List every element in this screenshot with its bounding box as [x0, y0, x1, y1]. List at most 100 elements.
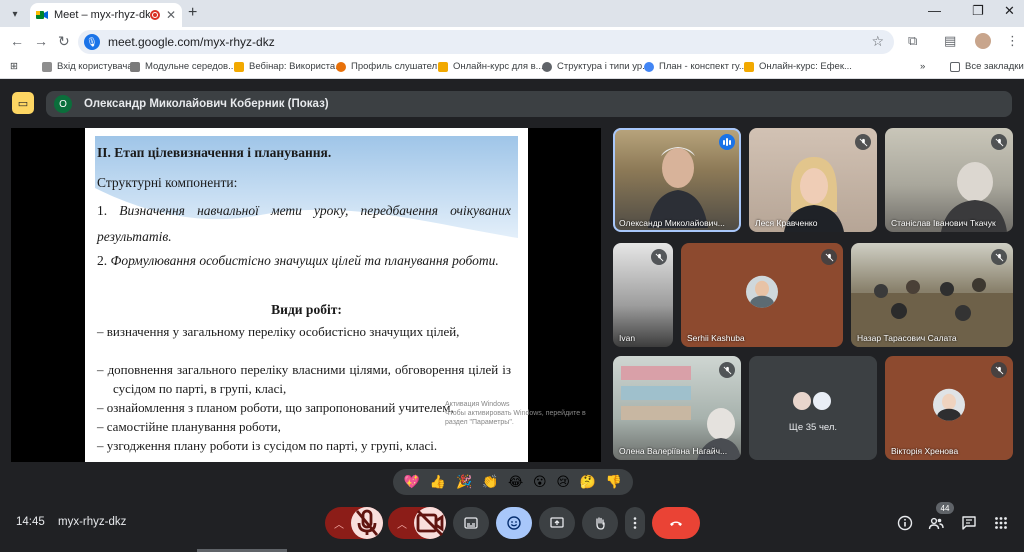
- activities-button[interactable]: [992, 514, 1010, 532]
- more-participants-tile[interactable]: Ще 35 чел.: [749, 356, 877, 460]
- mic-toggle-button[interactable]: [351, 507, 383, 539]
- bookmark-item[interactable]: Вебінар: Використа...: [234, 61, 343, 72]
- participant-name: Serhii Kashuba: [687, 333, 745, 343]
- present-screen-button[interactable]: [539, 507, 575, 539]
- participant-tile[interactable]: Serhii Kashuba: [681, 243, 843, 347]
- participant-tile[interactable]: Назар Тарасович Салата: [851, 243, 1013, 347]
- muted-mic-icon: [855, 134, 871, 150]
- participant-tile[interactable]: Вікторія Хренова: [885, 356, 1013, 460]
- minimize-icon[interactable]: —: [928, 3, 941, 18]
- bookmark-favicon-icon: [644, 61, 654, 72]
- restore-icon[interactable]: ❐: [972, 3, 984, 19]
- tab-meet[interactable]: Meet – myx-rhyz-dkz ✕: [30, 3, 182, 27]
- bookmark-item[interactable]: Онлайн-курс для в...: [438, 61, 544, 72]
- chrome-menu-icon[interactable]: ⋮: [1006, 33, 1019, 49]
- camera-control-group: ︿: [388, 507, 446, 539]
- address-bar[interactable]: 🎙 meet.google.com/myx-rhyz-dkz ☆: [78, 30, 894, 54]
- participant-name: Вікторія Хренова: [891, 446, 959, 456]
- tab-close-icon[interactable]: ✕: [166, 8, 176, 22]
- participant-name: Ivan: [619, 333, 636, 343]
- bookmark-item[interactable]: Модульне середов...: [130, 61, 236, 72]
- participant-mini-avatar: [791, 390, 813, 412]
- reaction-surprised-icon[interactable]: 😮: [533, 475, 547, 489]
- participant-tile[interactable]: Олена Валеріївна Нагайч...: [613, 356, 741, 460]
- site-info-icon[interactable]: 🎙: [84, 34, 100, 50]
- tab-search-chevron-icon[interactable]: ▾: [6, 5, 24, 23]
- camera-off-icon: [416, 510, 444, 536]
- extensions-icon[interactable]: ⧉: [908, 33, 917, 49]
- reactions-button[interactable]: [496, 507, 532, 539]
- forward-icon[interactable]: →: [34, 33, 48, 49]
- camera-toggle-button[interactable]: [414, 507, 446, 539]
- all-bookmarks-folder[interactable]: Все закладки: [950, 61, 1024, 72]
- side-panel-icon[interactable]: ▤: [944, 33, 956, 49]
- presenter-bar[interactable]: О Олександр Миколайович Коберник (Показ): [46, 91, 1012, 117]
- muted-mic-icon: [821, 249, 837, 265]
- chat-button[interactable]: [960, 514, 978, 532]
- captions-button[interactable]: [453, 507, 489, 539]
- leave-call-button[interactable]: [652, 507, 700, 539]
- navigation-bar: ← → ↻ 🎙 meet.google.com/myx-rhyz-dkz ☆ ⧉…: [0, 27, 1024, 57]
- reaction-party-icon[interactable]: 🎉: [456, 475, 472, 489]
- participant-tile[interactable]: Олександр Миколайович...: [613, 128, 741, 232]
- bookmarks-bar: ⊞ Вхід користувача Модульне середов... В…: [0, 57, 1024, 79]
- url-text[interactable]: meet.google.com/myx-rhyz-dkz: [108, 35, 275, 49]
- slide-step: 1. Визначення навчальної мети уроку, пер…: [97, 203, 511, 244]
- participant-name: Леся Кравченко: [755, 218, 818, 228]
- participant-avatar: [746, 275, 778, 308]
- meeting-clock: 14:45: [16, 516, 45, 528]
- tab-strip: ▾ Meet – myx-rhyz-dkz ✕ + — ❐ ✕: [0, 0, 1024, 27]
- back-icon[interactable]: ←: [10, 33, 24, 49]
- more-options-button[interactable]: [625, 507, 645, 539]
- meeting-details-button[interactable]: [896, 514, 914, 532]
- bookmark-item[interactable]: Структура і типи ур...: [542, 61, 650, 72]
- slide-step: 2. Формулювання особистісно значущих ціл…: [97, 253, 499, 268]
- present-screen-icon: [550, 517, 564, 528]
- chat-icon: [962, 516, 976, 530]
- reaction-laugh-icon[interactable]: 😂: [508, 475, 523, 489]
- bookmark-favicon-icon: [130, 61, 140, 72]
- muted-mic-icon: [991, 134, 1007, 150]
- window-close-icon[interactable]: ✕: [1004, 3, 1015, 19]
- participant-tile[interactable]: Станіслав Іванович Ткачук: [885, 128, 1013, 232]
- bookmark-item[interactable]: План - конспект гу...: [644, 61, 747, 72]
- camera-options-chevron-icon[interactable]: ︿: [388, 507, 416, 539]
- reaction-clap-icon[interactable]: 👏: [482, 475, 498, 489]
- raise-hand-button[interactable]: [582, 507, 618, 539]
- more-bookmarks-icon[interactable]: »: [920, 61, 925, 72]
- new-tab-button[interactable]: +: [188, 4, 197, 22]
- participant-tile[interactable]: Леся Кравченко: [749, 128, 877, 232]
- participant-avatar: [933, 388, 965, 421]
- bookmark-favicon-icon: [234, 61, 244, 72]
- bookmark-favicon-icon: [542, 61, 552, 72]
- recording-indicator-icon: [149, 10, 160, 20]
- reaction-heart-icon[interactable]: 💖: [404, 475, 420, 489]
- reload-icon[interactable]: ↻: [58, 33, 70, 50]
- emoji-icon: [507, 516, 521, 530]
- bookmark-favicon-icon: [336, 61, 346, 72]
- people-icon: [928, 517, 944, 530]
- mic-off-icon: [355, 509, 379, 536]
- more-vertical-icon: [633, 517, 637, 529]
- bookmark-item[interactable]: Онлайн-курс: Ефек...: [744, 61, 852, 72]
- slide-works-title: Види робіт:: [271, 302, 342, 317]
- participant-name: Олена Валеріївна Нагайч...: [619, 446, 728, 456]
- slide-work-item: – визначення у загальному переліку особи…: [97, 324, 460, 339]
- mic-control-group: ︿: [325, 507, 383, 539]
- people-button[interactable]: [927, 514, 945, 532]
- presentation-icon[interactable]: ▭: [12, 92, 34, 114]
- reaction-thumbs-up-icon[interactable]: 👍: [430, 475, 446, 489]
- bookmark-item[interactable]: Вхід користувача: [42, 61, 133, 72]
- reaction-thinking-icon[interactable]: 🤔: [580, 475, 596, 489]
- participant-mini-avatar: [811, 390, 833, 412]
- slide-work-item: – узгодження плану роботи із сусідом по …: [97, 438, 438, 453]
- bookmark-item[interactable]: Профиль слушател...: [336, 61, 445, 72]
- meet-favicon-icon: [36, 11, 48, 19]
- profile-avatar[interactable]: [975, 33, 991, 49]
- participant-tile[interactable]: Ivan: [613, 243, 673, 347]
- reaction-thumbs-down-icon[interactable]: 👎: [606, 475, 622, 489]
- apps-grid-icon[interactable]: ⊞: [10, 61, 18, 72]
- reaction-sad-icon[interactable]: 😢: [556, 475, 570, 489]
- mic-options-chevron-icon[interactable]: ︿: [325, 507, 353, 539]
- bookmark-star-icon[interactable]: ☆: [871, 33, 884, 50]
